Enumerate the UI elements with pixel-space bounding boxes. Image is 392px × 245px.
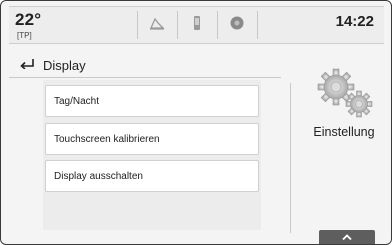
back-arrow-icon [19,56,35,74]
page-title: Display [43,58,86,73]
tab-media[interactable] [138,7,176,43]
clock: 14:22 [335,13,374,30]
gears-icon [314,68,376,125]
menu-item-calibrate-touchscreen[interactable]: Touchscreen kalibrieren [45,123,259,155]
tab-info[interactable] [218,7,256,43]
header-divider [9,77,281,78]
temperature-value: 22° [15,10,42,29]
infotainment-screen: 22° [TP] 14:22 Display Tag/Nacht Touchsc… [0,0,392,245]
phone-icon [192,15,202,36]
menu-item-day-night[interactable]: Tag/Nacht [45,85,259,117]
temperature-display[interactable]: 22° [TP] [15,10,115,40]
expand-handle[interactable] [319,230,375,244]
settings-label[interactable]: Einstellung [298,125,390,139]
status-bar: 22° [TP] 14:22 [9,6,384,44]
tab-phone[interactable] [178,7,216,43]
panel-divider [290,83,291,233]
menu-item-display-off[interactable]: Display ausschalten [45,160,259,192]
temperature-source: [TP] [17,31,32,40]
tab-divider [257,11,258,39]
settings-shortcut[interactable] [314,65,376,121]
info-icon [229,15,245,36]
back-button[interactable] [17,58,37,72]
media-icon [149,16,165,35]
chevron-up-icon [341,228,353,244]
